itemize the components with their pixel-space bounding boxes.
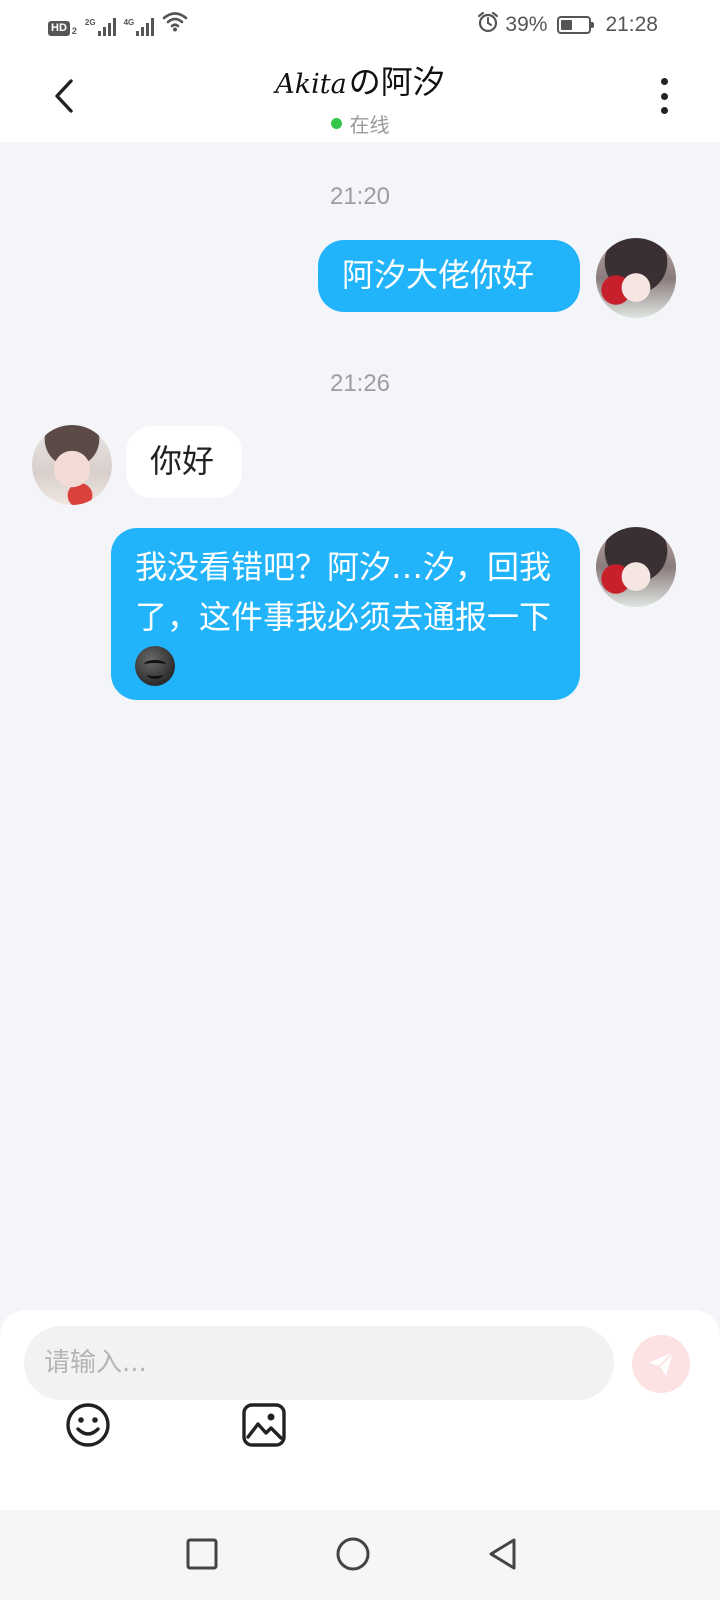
more-vertical-icon [660, 78, 668, 85]
home-button[interactable] [327, 1528, 379, 1580]
message-bubble-sent[interactable]: 阿汐大佬你好 [318, 240, 580, 312]
signal-icon: 4G [124, 18, 155, 36]
battery-percent: 39% [505, 13, 548, 36]
page-title: Akita の阿汐 [275, 62, 444, 105]
online-dot-icon [330, 118, 342, 129]
chevron-left-icon [55, 79, 73, 113]
system-nav-bar [0, 1510, 720, 1600]
home-icon [336, 1537, 370, 1571]
chat-title-area: Akita の阿汐 在线 [160, 62, 560, 138]
send-button[interactable] [632, 1335, 690, 1393]
battery-icon [557, 16, 595, 34]
timestamp: 21:26 [329, 370, 391, 397]
contact-avatar[interactable] [32, 425, 112, 505]
title-script: Akita [275, 69, 347, 100]
emoji-icon [66, 1403, 110, 1447]
hd-badge: HD [48, 21, 70, 36]
my-avatar[interactable] [596, 238, 676, 318]
status-right: 39% 21:28 [477, 11, 658, 39]
message-input[interactable] [24, 1326, 614, 1400]
alarm-icon [477, 11, 499, 39]
title-name: の阿汐 [348, 63, 445, 101]
network-type-2: 4G [123, 18, 135, 27]
back-button[interactable] [44, 72, 84, 120]
image-button[interactable] [238, 1399, 290, 1451]
message-bubble-sent[interactable]: 我没看错吧？阿汐…汐，回我了，这件事我必须去通报一下 [111, 528, 580, 700]
send-icon [649, 1351, 674, 1376]
signal-icon: 2G [85, 18, 116, 36]
message-bubble-received[interactable]: 你好 [126, 426, 242, 498]
chat-header: Akita の阿汐 在线 [0, 50, 720, 142]
back-nav-button[interactable] [476, 1528, 528, 1580]
timestamp: 21:20 [329, 183, 391, 210]
emoji-button[interactable] [62, 1399, 114, 1451]
online-status-label: 在线 [349, 113, 390, 137]
smirk-face-icon [135, 646, 175, 686]
network-type-1: 2G [84, 18, 96, 27]
more-menu-button[interactable] [652, 76, 676, 116]
my-avatar[interactable] [596, 527, 676, 607]
input-panel [0, 1310, 720, 1510]
recent-apps-icon [186, 1538, 218, 1570]
recent-apps-button[interactable] [176, 1528, 228, 1580]
back-icon [489, 1538, 516, 1570]
hd-sub-label: 2 [71, 26, 77, 36]
online-status: 在线 [160, 109, 560, 138]
status-left: HD 2 2G 4G [48, 10, 188, 36]
clock: 21:28 [605, 13, 658, 36]
wifi-icon [162, 10, 188, 36]
status-bar: HD 2 2G 4G 39% 21:28 [0, 0, 720, 50]
message-text: 我没看错吧？阿汐…汐，回我了，这件事我必须去通报一下 [135, 548, 552, 636]
image-icon [242, 1403, 286, 1447]
